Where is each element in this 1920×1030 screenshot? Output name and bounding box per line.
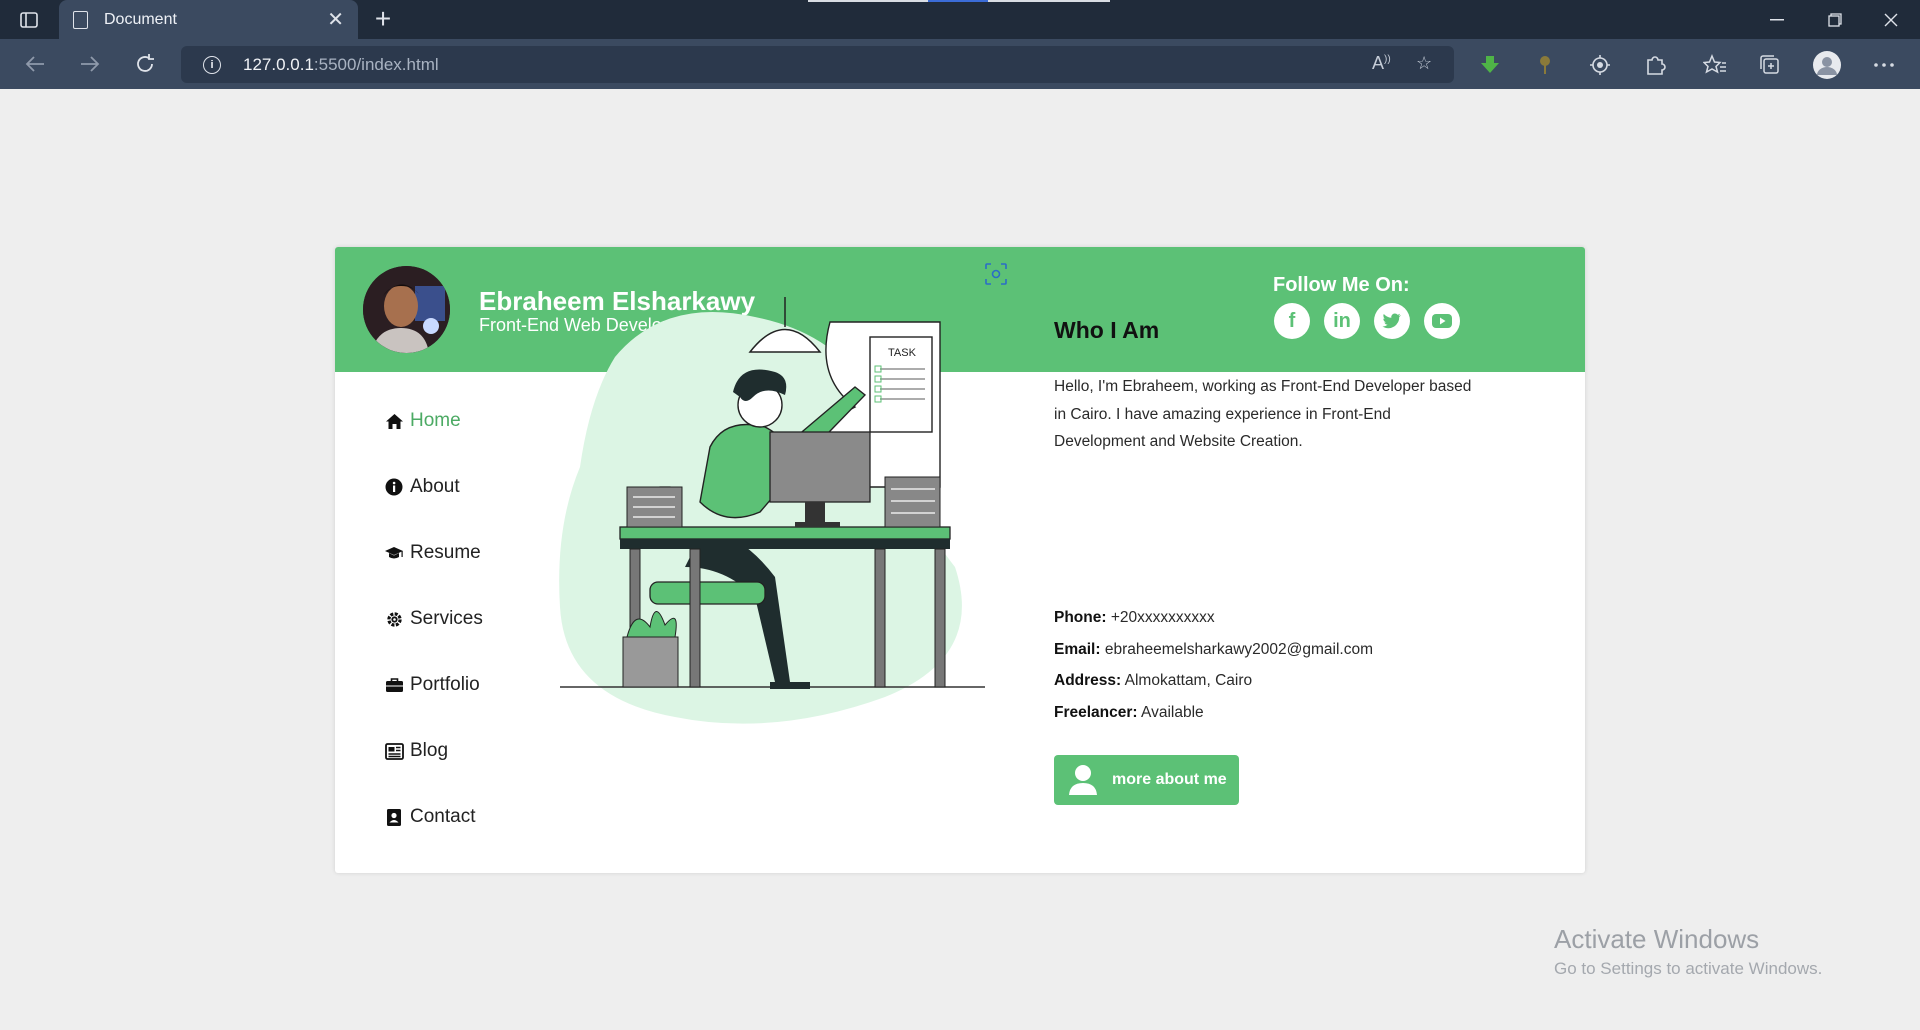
youtube-icon[interactable] (1424, 303, 1460, 339)
briefcase-icon (384, 675, 404, 695)
collections-icon[interactable] (1756, 51, 1784, 79)
location-extension-icon[interactable] (1586, 51, 1614, 79)
extensions-icon[interactable] (1641, 51, 1669, 79)
activate-windows-subtitle: Go to Settings to activate Windows. (1554, 959, 1823, 978)
nav-item-services[interactable]: Services (384, 608, 483, 630)
social-links: f in (1274, 303, 1460, 339)
profile-card: Ebraheem Elsharkawy Front-End Web Develo… (335, 247, 1585, 873)
browser-tab-bar: Document ✕ + (0, 0, 1920, 39)
reload-icon[interactable] (127, 46, 163, 82)
minimize-icon[interactable] (1748, 0, 1806, 39)
gear-icon (384, 609, 404, 629)
nav-label-home: Home (410, 410, 461, 431)
nav-label-resume: Resume (410, 542, 481, 563)
nav-item-home[interactable]: Home (384, 410, 461, 432)
pin-extension-icon[interactable] (1531, 51, 1559, 79)
email-value: ebraheemelsharkawy2002@gmail.com (1104, 641, 1373, 658)
close-tab-icon[interactable]: ✕ (327, 7, 344, 32)
facebook-icon[interactable]: f (1274, 303, 1310, 339)
email-label: Email: (1054, 641, 1101, 658)
more-about-me-label: more about me (1112, 771, 1227, 788)
user-icon (1068, 764, 1098, 796)
title-underline (1054, 348, 1164, 358)
url-host: 127.0.0.1 (243, 54, 314, 74)
more-about-me-button[interactable]: more about me (1054, 755, 1239, 805)
freelancer-label: Freelancer: (1054, 704, 1138, 721)
settings-more-icon[interactable] (1870, 51, 1898, 79)
graduation-cap-icon (384, 543, 404, 563)
site-info-icon[interactable]: i (203, 55, 221, 74)
nav-item-portfolio[interactable]: Portfolio (384, 674, 480, 696)
newspaper-icon (384, 741, 404, 761)
add-favorite-icon[interactable]: ☆ (1416, 53, 1432, 74)
read-aloud-icon[interactable]: A)) (1372, 53, 1391, 74)
nav-label-about: About (410, 476, 460, 497)
nav-item-contact[interactable]: Contact (384, 806, 475, 828)
freelancer-value: Available (1141, 704, 1204, 721)
address-value: Almokattam, Cairo (1124, 672, 1253, 689)
developer-illustration: TASK (559, 297, 985, 724)
back-icon[interactable] (17, 46, 53, 82)
email-row: Email: ebraheemelsharkawy2002@gmail.com (1054, 641, 1373, 659)
phone-value: +20xxxxxxxxxx (1110, 609, 1215, 626)
profile-avatar[interactable] (1813, 51, 1841, 79)
visual-search-icon[interactable] (985, 263, 1007, 285)
contact-card-icon (384, 807, 404, 827)
browser-toolbar: i 127.0.0.1:5500/index.html A)) ☆ (0, 39, 1920, 89)
favorites-icon[interactable] (1701, 51, 1729, 79)
section-title: Who I Am (1054, 317, 1160, 343)
activate-windows-title: Activate Windows (1554, 924, 1760, 954)
download-extension-icon[interactable] (1476, 51, 1504, 79)
close-window-icon[interactable] (1862, 0, 1920, 39)
twitter-icon[interactable] (1374, 303, 1410, 339)
address-bar[interactable]: i 127.0.0.1:5500/index.html A)) ☆ (181, 46, 1454, 83)
document-icon (73, 10, 88, 29)
nav-label-contact: Contact (410, 806, 476, 827)
home-icon (384, 411, 404, 431)
info-icon (384, 477, 404, 497)
nav-item-resume[interactable]: Resume (384, 542, 481, 564)
nav-label-portfolio: Portfolio (410, 674, 480, 695)
phone-row: Phone: +20xxxxxxxxxx (1054, 609, 1215, 627)
new-tab-button[interactable]: + (368, 4, 398, 34)
freelancer-row: Freelancer: Available (1054, 704, 1204, 722)
address-label: Address: (1054, 672, 1122, 689)
forward-icon[interactable] (72, 46, 108, 82)
nav-item-blog[interactable]: Blog (384, 740, 448, 762)
bio-text: Hello, I'm Ebraheem, working as Front-En… (1054, 378, 1472, 450)
follow-label: Follow Me On: (1273, 274, 1410, 296)
phone-label: Phone: (1054, 609, 1107, 626)
browser-tab[interactable]: Document ✕ (59, 0, 358, 39)
nav-label-services: Services (410, 608, 483, 629)
restore-icon[interactable] (1806, 0, 1864, 39)
address-row: Address: Almokattam, Cairo (1054, 672, 1252, 690)
nav-label-blog: Blog (410, 740, 449, 761)
avatar (363, 266, 450, 353)
url-path: :5500/index.html (313, 54, 439, 74)
tab-actions-icon[interactable] (0, 0, 58, 39)
linkedin-icon[interactable]: in (1324, 303, 1360, 339)
tab-title: Document (104, 10, 177, 28)
nav-item-about[interactable]: About (384, 476, 460, 498)
task-label: TASK (888, 347, 917, 359)
loading-indicator (808, 0, 1110, 2)
